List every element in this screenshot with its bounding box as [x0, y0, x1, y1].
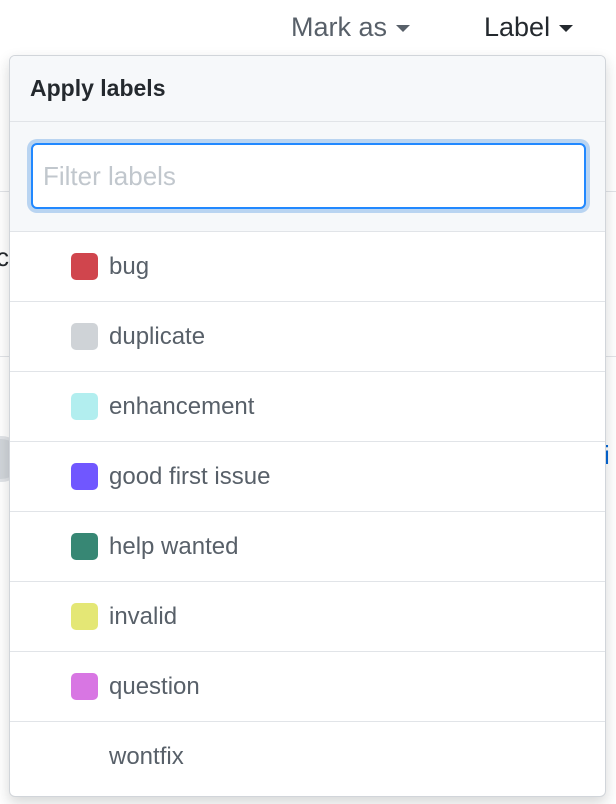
label-option-invalid[interactable]: invalid [10, 582, 605, 652]
label-name: good first issue [109, 462, 271, 490]
label-color-swatch [71, 323, 98, 350]
label-name: question [109, 672, 200, 700]
label-option-duplicate[interactable]: duplicate [10, 302, 605, 372]
label-color-swatch [71, 253, 98, 280]
label-color-swatch [71, 393, 98, 420]
issues-page: Mark as Label c i Apply labels bugduplic… [0, 0, 616, 804]
label-name: help wanted [109, 532, 239, 560]
label-color-swatch [71, 533, 98, 560]
label-option-good-first-issue[interactable]: good first issue [10, 442, 605, 512]
filter-area [10, 122, 605, 232]
label-option-question[interactable]: question [10, 652, 605, 722]
label-option-wontfix[interactable]: wontfix [10, 722, 605, 792]
label-name: enhancement [109, 392, 255, 420]
label-color-swatch [71, 743, 98, 771]
label-dropdown-label: Label [484, 11, 551, 42]
apply-labels-popover: Apply labels bug duplicate enhancement good… [9, 55, 606, 797]
popover-header: Apply labels [10, 56, 605, 122]
label-name: invalid [109, 602, 178, 630]
label-color-swatch [71, 463, 98, 490]
label-color-swatch [71, 603, 98, 630]
label-option-help-wanted[interactable]: help wanted [10, 512, 605, 582]
label-name: wontfix [109, 743, 184, 770]
label-color-swatch [71, 673, 98, 700]
caret-down-icon [559, 25, 574, 32]
label-list: bug duplicate enhancement good first issue h… [10, 232, 605, 792]
label-name: bug [109, 252, 150, 280]
label-dropdown[interactable]: Label [484, 8, 574, 46]
caret-down-icon [396, 25, 411, 32]
label-option-bug[interactable]: bug [10, 232, 605, 302]
issues-filter-bar: Mark as Label [0, 0, 616, 54]
label-option-enhancement[interactable]: enhancement [10, 372, 605, 442]
mark-as-dropdown[interactable]: Mark as [291, 8, 411, 46]
filter-labels-input[interactable] [31, 143, 586, 209]
background-text-fragment: c [0, 242, 9, 272]
popover-title: Apply labels [30, 75, 166, 101]
mark-as-label: Mark as [291, 11, 388, 42]
label-name: duplicate [109, 322, 206, 350]
